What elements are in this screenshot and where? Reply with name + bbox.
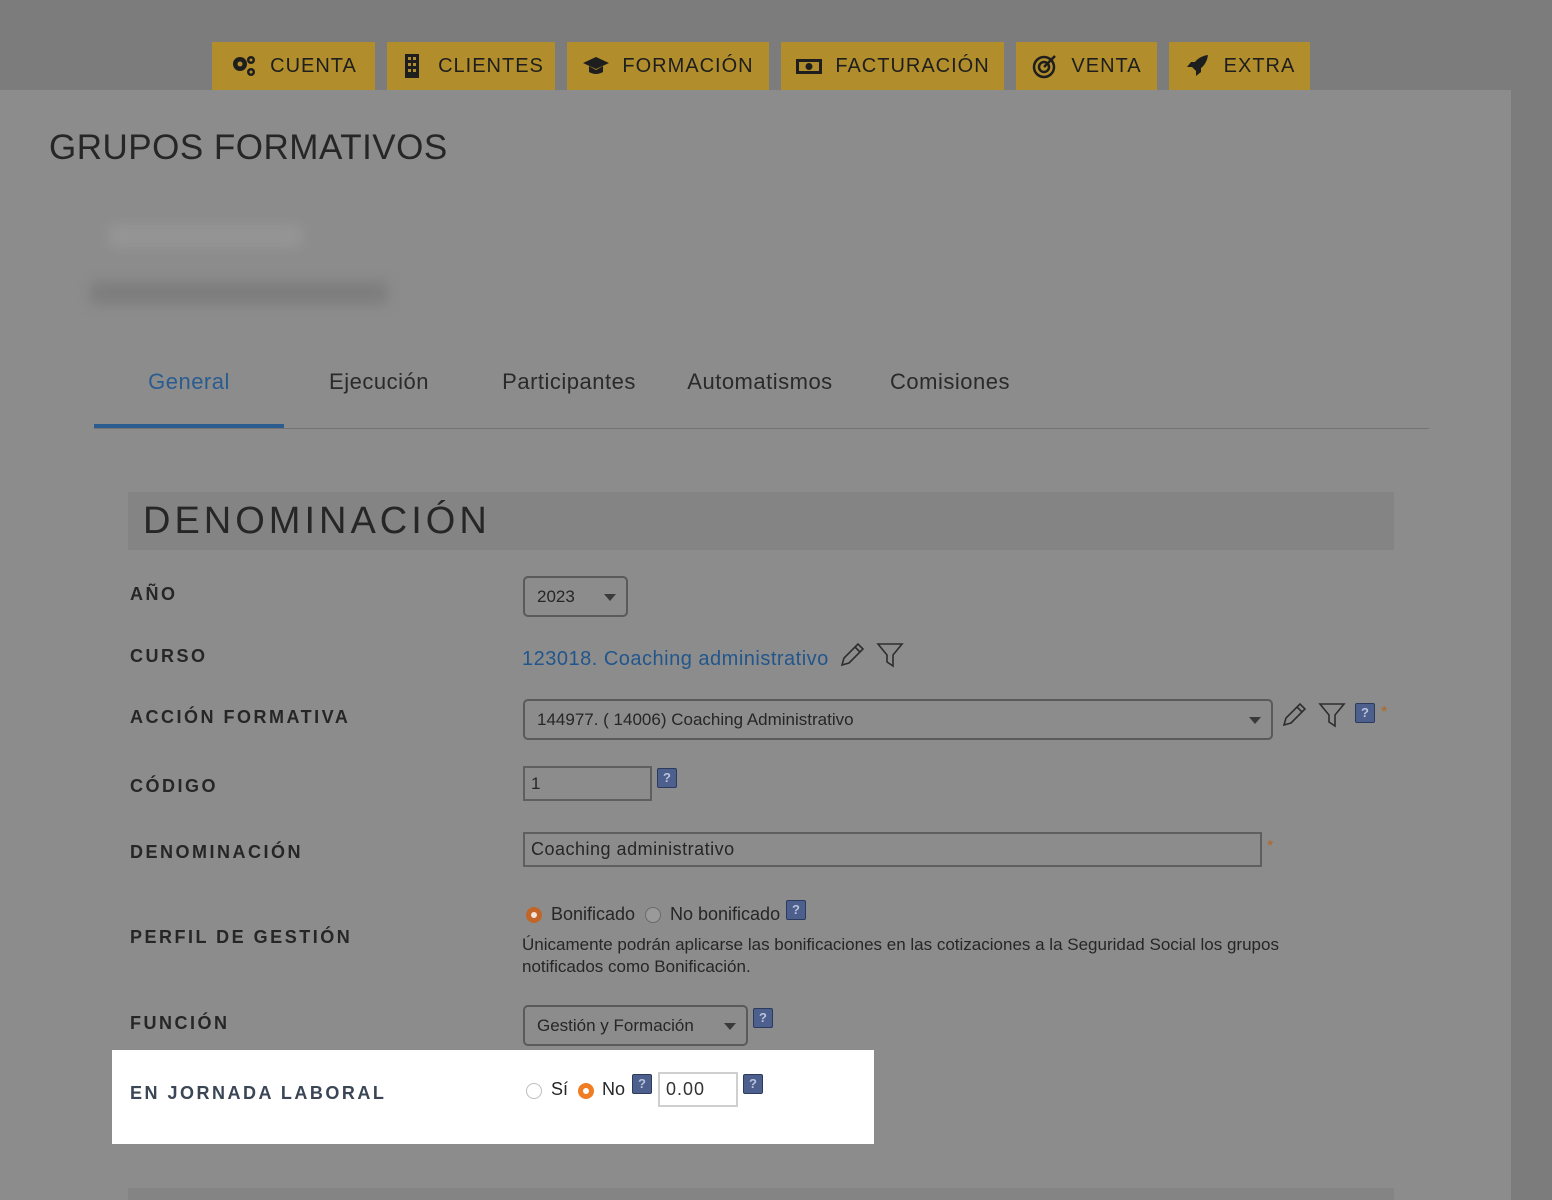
curso-label: CURSO bbox=[130, 646, 208, 666]
codigo-value: 1 bbox=[531, 773, 541, 793]
target-icon bbox=[1033, 55, 1057, 79]
help-icon[interactable]: ? bbox=[743, 1074, 763, 1094]
radio-no-bonificado[interactable] bbox=[645, 907, 661, 923]
nav-extra-button[interactable]: EXTRA bbox=[1169, 42, 1310, 90]
anio-select[interactable]: 2023 bbox=[523, 576, 628, 617]
perfil-note: Únicamente podrán aplicarse las bonifica… bbox=[522, 935, 1279, 976]
money-bill-icon bbox=[796, 59, 823, 74]
tab-participantes[interactable]: Participantes bbox=[474, 360, 664, 426]
chevron-down-icon bbox=[604, 593, 616, 601]
codigo-input[interactable]: 1 bbox=[523, 766, 652, 801]
no-bonificado-label: No bonificado bbox=[670, 904, 781, 924]
tab-comisiones[interactable]: Comisiones bbox=[855, 360, 1045, 426]
jornada-highlight: EN JORNADA LABORAL Sí No ? 0.00 ? bbox=[112, 1050, 874, 1144]
radio-bonificado[interactable] bbox=[526, 907, 542, 923]
nav-venta-label: VENTA bbox=[1071, 54, 1142, 77]
jornada-hours-input[interactable]: 0.00 bbox=[658, 1072, 738, 1107]
filter-icon[interactable] bbox=[1318, 701, 1346, 729]
funcion-select[interactable]: Gestión y Formación bbox=[523, 1005, 748, 1046]
required-mark: * bbox=[1267, 838, 1274, 855]
anio-value: 2023 bbox=[537, 586, 575, 606]
nav-extra-label: EXTRA bbox=[1223, 54, 1296, 77]
pencil-icon[interactable] bbox=[1280, 701, 1308, 729]
top-nav: CUENTA CLIENTES FORMACIÓN FACTURACIÓN VE… bbox=[0, 42, 1552, 90]
accion-label: ACCIÓN FORMATIVA bbox=[130, 707, 351, 727]
pencil-icon[interactable] bbox=[838, 641, 866, 669]
jornada-label: EN JORNADA LABORAL bbox=[130, 1083, 387, 1103]
rocket-icon bbox=[1186, 55, 1208, 76]
no-label: No bbox=[602, 1079, 626, 1099]
nav-formacion-button[interactable]: FORMACIÓN bbox=[567, 42, 769, 90]
gears-icon bbox=[233, 56, 256, 76]
chevron-down-icon bbox=[1249, 716, 1261, 724]
chevron-down-icon bbox=[724, 1022, 736, 1030]
right-gutter bbox=[1511, 0, 1552, 1200]
radio-si[interactable] bbox=[526, 1083, 542, 1099]
building-icon bbox=[405, 54, 420, 78]
nav-facturacion-label: FACTURACIÓN bbox=[835, 54, 990, 77]
next-section-header bbox=[128, 1188, 1394, 1200]
blurred-subtitle bbox=[108, 224, 303, 248]
help-icon[interactable]: ? bbox=[786, 900, 806, 920]
si-label: Sí bbox=[551, 1079, 569, 1099]
codigo-label: CÓDIGO bbox=[130, 776, 219, 796]
denominacion-input[interactable]: Coaching administrativo bbox=[523, 832, 1262, 867]
required-mark: * bbox=[1381, 704, 1388, 721]
nav-cuenta-button[interactable]: CUENTA bbox=[212, 42, 375, 90]
help-icon[interactable]: ? bbox=[657, 768, 677, 788]
accion-value: 144977. ( 14006) Coaching Administrativo bbox=[537, 709, 854, 729]
filter-icon[interactable] bbox=[876, 641, 904, 669]
anio-label: AÑO bbox=[130, 584, 178, 604]
tab-ejecucion[interactable]: Ejecución bbox=[284, 360, 474, 426]
funcion-value: Gestión y Formación bbox=[537, 1015, 694, 1035]
radio-no[interactable] bbox=[578, 1083, 594, 1099]
page-title: GRUPOS FORMATIVOS bbox=[49, 128, 448, 167]
tab-bar: General Ejecución Participantes Automati… bbox=[94, 360, 1429, 429]
bonificado-label: Bonificado bbox=[551, 904, 636, 924]
help-icon[interactable]: ? bbox=[753, 1008, 773, 1028]
tab-automatismos[interactable]: Automatismos bbox=[665, 360, 855, 426]
nav-formacion-label: FORMACIÓN bbox=[622, 54, 754, 77]
section-title: DENOMINACIÓN bbox=[143, 500, 491, 542]
perfil-label: PERFIL DE GESTIÓN bbox=[130, 927, 353, 947]
curso-link[interactable]: 123018. Coaching administrativo bbox=[522, 648, 829, 671]
nav-facturacion-button[interactable]: FACTURACIÓN bbox=[781, 42, 1004, 90]
nav-venta-button[interactable]: VENTA bbox=[1016, 42, 1157, 90]
page-background bbox=[11, 90, 1511, 1200]
blurred-info bbox=[90, 281, 388, 305]
denominacion-value: Coaching administrativo bbox=[531, 839, 735, 859]
section-header: DENOMINACIÓN bbox=[128, 492, 1394, 550]
nav-clientes-button[interactable]: CLIENTES bbox=[387, 42, 555, 90]
nav-clientes-label: CLIENTES bbox=[438, 54, 544, 77]
accion-select[interactable]: 144977. ( 14006) Coaching Administrativo bbox=[523, 699, 1273, 740]
denominacion-label: DENOMINACIÓN bbox=[130, 842, 303, 862]
graduation-cap-icon bbox=[583, 57, 610, 74]
help-icon[interactable]: ? bbox=[1355, 703, 1375, 723]
tab-general[interactable]: General bbox=[94, 360, 284, 428]
jornada-hours-value: 0.00 bbox=[666, 1079, 706, 1099]
funcion-label: FUNCIÓN bbox=[130, 1013, 230, 1033]
nav-cuenta-label: CUENTA bbox=[270, 54, 357, 77]
help-icon[interactable]: ? bbox=[632, 1074, 652, 1094]
